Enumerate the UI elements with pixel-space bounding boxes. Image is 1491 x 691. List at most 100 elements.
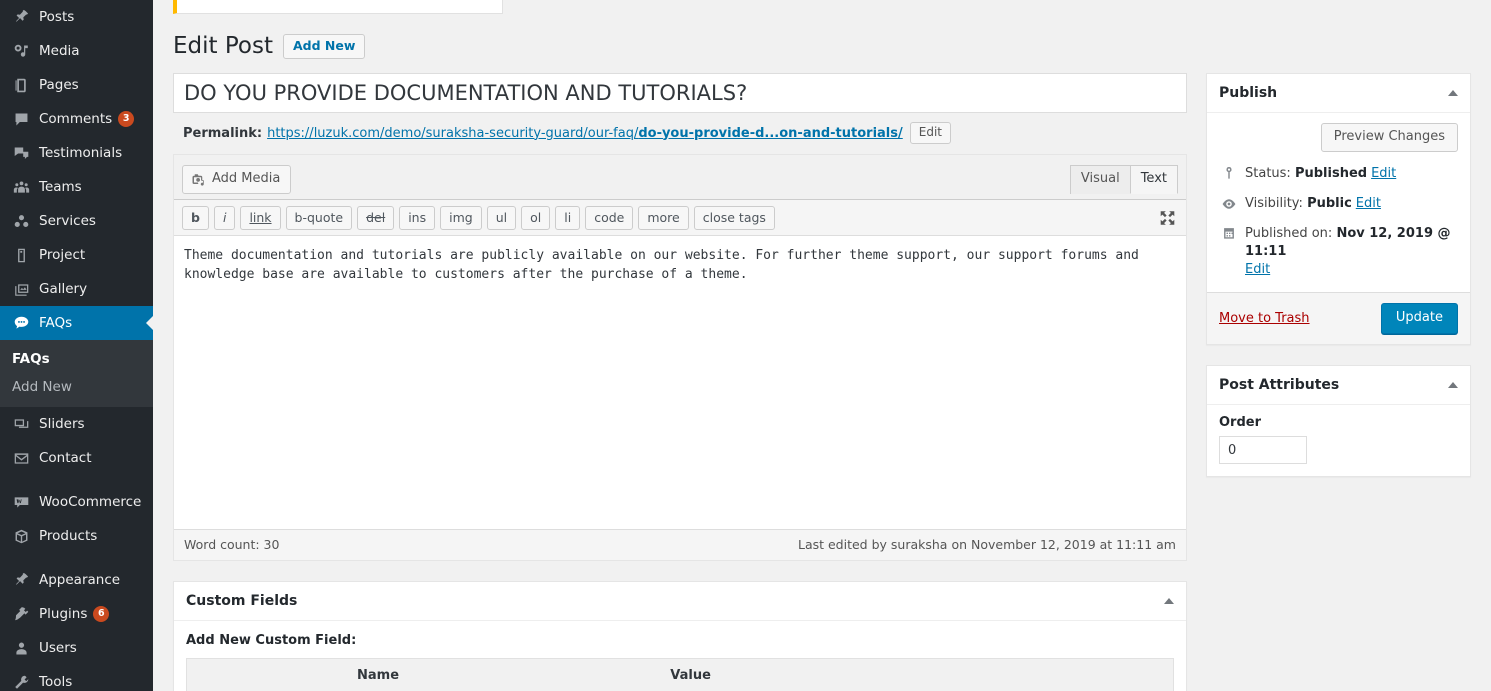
post-title-input[interactable] xyxy=(173,73,1187,113)
quicktag-ins[interactable]: ins xyxy=(399,206,436,230)
quicktag-img[interactable]: img xyxy=(440,206,482,230)
edit-visibility-link[interactable]: Edit xyxy=(1356,195,1381,213)
sidebar-item-project[interactable]: Project xyxy=(0,238,153,272)
post-body-column: Permalink: https://luzuk.com/demo/suraks… xyxy=(173,73,1187,691)
preview-changes-button[interactable]: Preview Changes xyxy=(1320,123,1458,152)
publish-title: Publish xyxy=(1219,85,1278,101)
post-attributes-panel: Post Attributes Order xyxy=(1206,365,1471,477)
sidebar-item-appearance[interactable]: Appearance xyxy=(0,563,153,597)
sidebar-item-products[interactable]: Products xyxy=(0,519,153,553)
sidebar-item-label: Services xyxy=(39,213,96,229)
chevron-up-icon[interactable] xyxy=(1448,382,1458,388)
submenu-item-add-new[interactable]: Add New xyxy=(0,373,153,401)
sidebar-badge: 6 xyxy=(93,606,110,622)
tools-icon xyxy=(10,672,32,691)
status-row: Status: Published Edit xyxy=(1219,162,1458,192)
wordpress-admin: Posts Media Pages Comments 3 Testimonials Team… xyxy=(0,0,1491,691)
submenu-item-faqs[interactable]: FAQs xyxy=(0,345,153,373)
sidebar-item-services[interactable]: Services xyxy=(0,204,153,238)
sidebar-item-label: Products xyxy=(39,528,98,544)
tab-visual[interactable]: Visual xyxy=(1069,165,1131,194)
sidebar-item-label: Pages xyxy=(39,77,79,93)
menu-separator xyxy=(0,475,153,485)
quicktag-code[interactable]: code xyxy=(585,206,634,230)
quicktag-b-quote[interactable]: b-quote xyxy=(285,206,353,230)
active-menu-arrow xyxy=(146,315,153,331)
quicktag-close-tags[interactable]: close tags xyxy=(693,206,775,230)
sidebar-item-woocommerce[interactable]: WooCommerce xyxy=(0,485,153,519)
permalink-slug: do-you-provide-d...on-and-tutorials/ xyxy=(638,125,903,141)
sidebar-item-gallery[interactable]: Gallery xyxy=(0,272,153,306)
admin-sidebar: Posts Media Pages Comments 3 Testimonials Team… xyxy=(0,0,153,691)
permalink-label: Permalink: xyxy=(183,125,263,141)
tab-text[interactable]: Text xyxy=(1129,165,1178,194)
plugins-icon xyxy=(10,604,32,624)
post-attributes-body: Order xyxy=(1207,405,1470,476)
pages-icon xyxy=(10,75,32,95)
sidebar-item-users[interactable]: Users xyxy=(0,631,153,665)
custom-fields-table: Name Value xyxy=(186,658,1174,691)
users-icon xyxy=(10,638,32,658)
sidebar-item-teams[interactable]: Teams xyxy=(0,170,153,204)
sidebar-item-testimonials[interactable]: Testimonials xyxy=(0,136,153,170)
status-label: Status: xyxy=(1245,166,1291,181)
quicktag-ol[interactable]: ol xyxy=(521,206,551,230)
visibility-label: Visibility: xyxy=(1245,196,1303,211)
postbox-sidebar-column: Publish Preview Changes Status: Publishe… xyxy=(1206,73,1471,497)
published-on-label: Published on: xyxy=(1245,226,1333,241)
custom-fields-header[interactable]: Custom Fields xyxy=(174,582,1186,621)
edit-slug-button[interactable]: Edit xyxy=(909,122,951,144)
main-layout: Permalink: https://luzuk.com/demo/suraks… xyxy=(173,73,1471,691)
sidebar-badge: 3 xyxy=(118,111,135,127)
add-new-button[interactable]: Add New xyxy=(282,34,366,59)
add-media-label: Add Media xyxy=(212,171,281,186)
sidebar-item-posts[interactable]: Posts xyxy=(0,0,153,34)
sidebar-item-pages[interactable]: Pages xyxy=(0,68,153,102)
order-input[interactable] xyxy=(1219,436,1307,464)
pin-marker-icon xyxy=(1219,165,1239,180)
gallery-icon xyxy=(10,279,32,299)
quicktag-i[interactable]: i xyxy=(213,206,236,230)
pin-icon xyxy=(10,7,32,27)
update-button[interactable]: Update xyxy=(1380,303,1458,334)
last-edited: Last edited by suraksha on November 12, … xyxy=(797,537,1176,552)
quicktag-del[interactable]: del xyxy=(357,206,395,230)
move-to-trash-link[interactable]: Move to Trash xyxy=(1219,311,1310,326)
editor-content-text: Theme documentation and tutorials are pu… xyxy=(184,248,1147,282)
permalink-link[interactable]: https://luzuk.com/demo/suraksha-security… xyxy=(267,126,903,141)
post-attributes-header[interactable]: Post Attributes xyxy=(1207,366,1470,405)
admin-notice-partial xyxy=(173,0,503,14)
products-icon xyxy=(10,526,32,546)
fullscreen-icon[interactable] xyxy=(1159,209,1176,226)
appearance-icon xyxy=(10,570,32,590)
quicktag-b[interactable]: b xyxy=(182,206,209,230)
editor-footer: Word count: 30 Last edited by suraksha o… xyxy=(174,529,1186,560)
quicktag-ul[interactable]: ul xyxy=(486,206,517,230)
editor-textarea[interactable]: Theme documentation and tutorials are pu… xyxy=(174,236,1186,529)
testimonial-icon xyxy=(10,143,32,163)
admin-content: Edit Post Add New Permalink: https://luz… xyxy=(153,0,1491,691)
sidebar-item-label: Media xyxy=(39,43,80,59)
sidebar-item-comments[interactable]: Comments 3 xyxy=(0,102,153,136)
envelope-icon xyxy=(10,448,32,468)
comment-icon xyxy=(10,109,32,129)
edit-status-link[interactable]: Edit xyxy=(1371,165,1396,183)
sidebar-item-media[interactable]: Media xyxy=(0,34,153,68)
sidebar-item-plugins[interactable]: Plugins 6 xyxy=(0,597,153,631)
chevron-up-icon[interactable] xyxy=(1448,90,1458,96)
quicktag-more[interactable]: more xyxy=(638,206,689,230)
quicktag-link[interactable]: link xyxy=(240,206,281,230)
quicktag-li[interactable]: li xyxy=(555,206,581,230)
sidebar-item-tools[interactable]: Tools xyxy=(0,665,153,691)
sidebar-item-label: Gallery xyxy=(39,281,88,297)
publish-panel-header[interactable]: Publish xyxy=(1207,74,1470,113)
chevron-up-icon[interactable] xyxy=(1164,598,1174,604)
word-count: Word count: 30 xyxy=(184,537,280,552)
sidebar-item-contact[interactable]: Contact xyxy=(0,441,153,475)
sidebar-item-label: Sliders xyxy=(39,416,85,432)
sidebar-item-sliders[interactable]: Sliders xyxy=(0,407,153,441)
sidebar-item-faqs[interactable]: FAQs xyxy=(0,306,153,340)
edit-published-date-link[interactable]: Edit xyxy=(1245,262,1270,277)
sidebar-item-label: Posts xyxy=(39,9,75,25)
add-media-button[interactable]: Add Media xyxy=(182,165,292,194)
